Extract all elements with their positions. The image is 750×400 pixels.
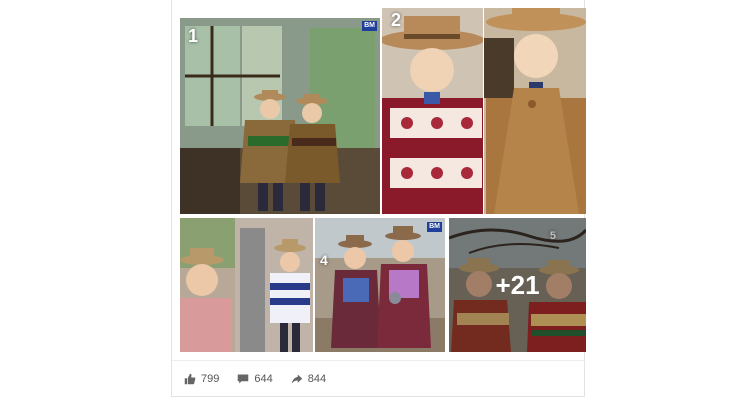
- like-count: 799: [201, 372, 220, 385]
- photo-tile-3[interactable]: [484, 8, 586, 214]
- photo-4-image: [180, 218, 313, 352]
- more-photos-count: +21: [495, 269, 540, 300]
- photo-tile-1[interactable]: 1 BM: [180, 18, 380, 214]
- share-arrow-icon: [291, 374, 302, 383]
- thumbs-up-icon: [184, 373, 196, 384]
- photo-badge-1: BM: [362, 21, 377, 31]
- post-card: 1 BM 2 4 BM 5 +21 799 644 844: [171, 0, 586, 397]
- photo-tile-4[interactable]: [180, 218, 313, 352]
- photo-number-1: 1: [188, 26, 199, 46]
- photo-2-image: [382, 8, 483, 214]
- photo-tile-more[interactable]: 5 +21: [449, 218, 586, 352]
- photo-tile-5[interactable]: 4 BM: [315, 218, 445, 352]
- photo-tile-2[interactable]: 2: [382, 8, 483, 214]
- comment-count: 644: [254, 372, 273, 385]
- photo-3-image: [484, 8, 586, 214]
- like-button[interactable]: 799: [184, 373, 219, 385]
- photo-5-image: [315, 218, 445, 352]
- comment-button[interactable]: 644: [237, 372, 273, 385]
- share-count: 844: [307, 372, 327, 385]
- photo-1-image: [180, 18, 380, 214]
- photo-badge-4: BM: [427, 222, 442, 232]
- share-button[interactable]: 844: [291, 373, 326, 385]
- comment-icon: [238, 374, 249, 383]
- photo-number-2: 2: [391, 10, 402, 30]
- post-stats-bar: 799 644 844: [172, 360, 586, 396]
- more-photos-overlay[interactable]: +21: [449, 218, 586, 352]
- photo-number-4: 4: [320, 252, 328, 268]
